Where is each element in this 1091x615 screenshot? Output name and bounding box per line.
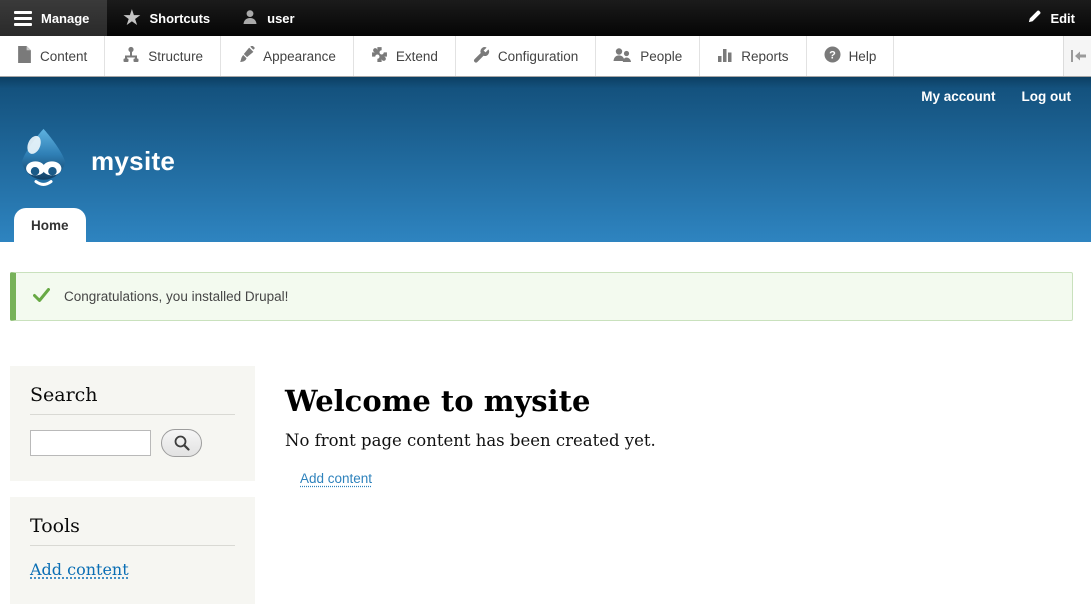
checkmark-icon <box>33 288 50 305</box>
tray-item-label: Help <box>849 49 877 64</box>
status-message-text: Congratulations, you installed Drupal! <box>64 289 288 304</box>
toolbar-orientation-toggle-button[interactable] <box>1063 36 1091 76</box>
tray-item-content[interactable]: Content <box>0 36 105 76</box>
search-block: Search <box>10 366 255 481</box>
paintbrush-icon <box>238 46 255 66</box>
tray-item-help[interactable]: ? Help <box>807 36 895 76</box>
tray-item-label: Content <box>40 49 87 64</box>
tray-item-configuration[interactable]: Configuration <box>456 36 596 76</box>
page-layout: Search Tools Add content Welcome to mysi… <box>10 366 1091 615</box>
search-submit-button[interactable] <box>161 429 202 457</box>
user-icon <box>242 9 258 28</box>
tray-item-appearance[interactable]: Appearance <box>221 36 354 76</box>
admin-bar-spacer <box>311 0 1012 36</box>
vertical-orientation-icon <box>1070 50 1086 62</box>
tray-item-people[interactable]: People <box>596 36 700 76</box>
toolbar-item-label: Shortcuts <box>149 11 210 26</box>
site-branding: mysite <box>13 127 175 196</box>
edit-label: Edit <box>1050 11 1075 26</box>
search-block-title: Search <box>30 384 235 415</box>
tools-block: Tools Add content <box>10 497 255 604</box>
svg-text:?: ? <box>829 50 836 62</box>
tray-item-structure[interactable]: Structure <box>105 36 221 76</box>
toolbar-item-shortcuts[interactable]: ★ Shortcuts <box>107 0 226 36</box>
tray-item-label: Reports <box>741 49 788 64</box>
edit-button[interactable]: Edit <box>1011 0 1091 36</box>
site-header: My account Log out m <box>0 77 1091 242</box>
puzzle-icon <box>371 46 388 66</box>
secondary-menu: My account Log out <box>921 89 1071 104</box>
tray-item-label: Configuration <box>498 49 578 64</box>
tray-item-label: People <box>640 49 682 64</box>
tray-item-reports[interactable]: Reports <box>700 36 806 76</box>
site-name[interactable]: mysite <box>91 146 175 177</box>
wrench-icon <box>473 46 490 66</box>
add-content-link[interactable]: Add content <box>300 471 372 486</box>
admin-toolbar: Manage ★ Shortcuts user Edit <box>0 0 1091 36</box>
hamburger-icon <box>14 11 32 26</box>
toolbar-tray: Content Structure Appearance Extend Conf… <box>0 36 1091 77</box>
tab-home[interactable]: Home <box>14 208 86 242</box>
tray-item-label: Extend <box>396 49 438 64</box>
main-content: Welcome to mysite No front page content … <box>285 366 656 488</box>
bar-chart-icon <box>717 47 733 66</box>
star-icon: ★ <box>123 9 140 28</box>
tools-block-title: Tools <box>30 515 235 546</box>
search-form <box>30 429 235 457</box>
sitemap-icon <box>122 46 140 66</box>
pencil-icon <box>1027 9 1042 27</box>
tray-spacer <box>894 36 1063 76</box>
tray-item-label: Structure <box>148 49 203 64</box>
empty-frontpage-text: No front page content has been created y… <box>285 431 656 450</box>
magnifier-icon <box>174 435 190 451</box>
content-file-icon <box>17 46 32 66</box>
sidebar-add-content-link[interactable]: Add content <box>30 560 129 579</box>
people-icon <box>613 47 632 66</box>
my-account-link[interactable]: My account <box>921 89 995 104</box>
toolbar-item-user[interactable]: user <box>226 0 310 36</box>
status-message: Congratulations, you installed Drupal! <box>10 272 1073 321</box>
toolbar-item-label: Manage <box>41 11 89 26</box>
tray-item-extend[interactable]: Extend <box>354 36 456 76</box>
log-out-link[interactable]: Log out <box>1022 89 1071 104</box>
toolbar-item-label: user <box>267 11 294 26</box>
drupal-logo[interactable] <box>13 127 74 196</box>
toolbar-item-manage[interactable]: Manage <box>0 0 107 36</box>
sidebar-first: Search Tools Add content <box>10 366 255 615</box>
tray-item-label: Appearance <box>263 49 336 64</box>
question-circle-icon: ? <box>824 46 841 66</box>
search-input[interactable] <box>30 430 151 456</box>
page-title: Welcome to mysite <box>285 384 656 418</box>
